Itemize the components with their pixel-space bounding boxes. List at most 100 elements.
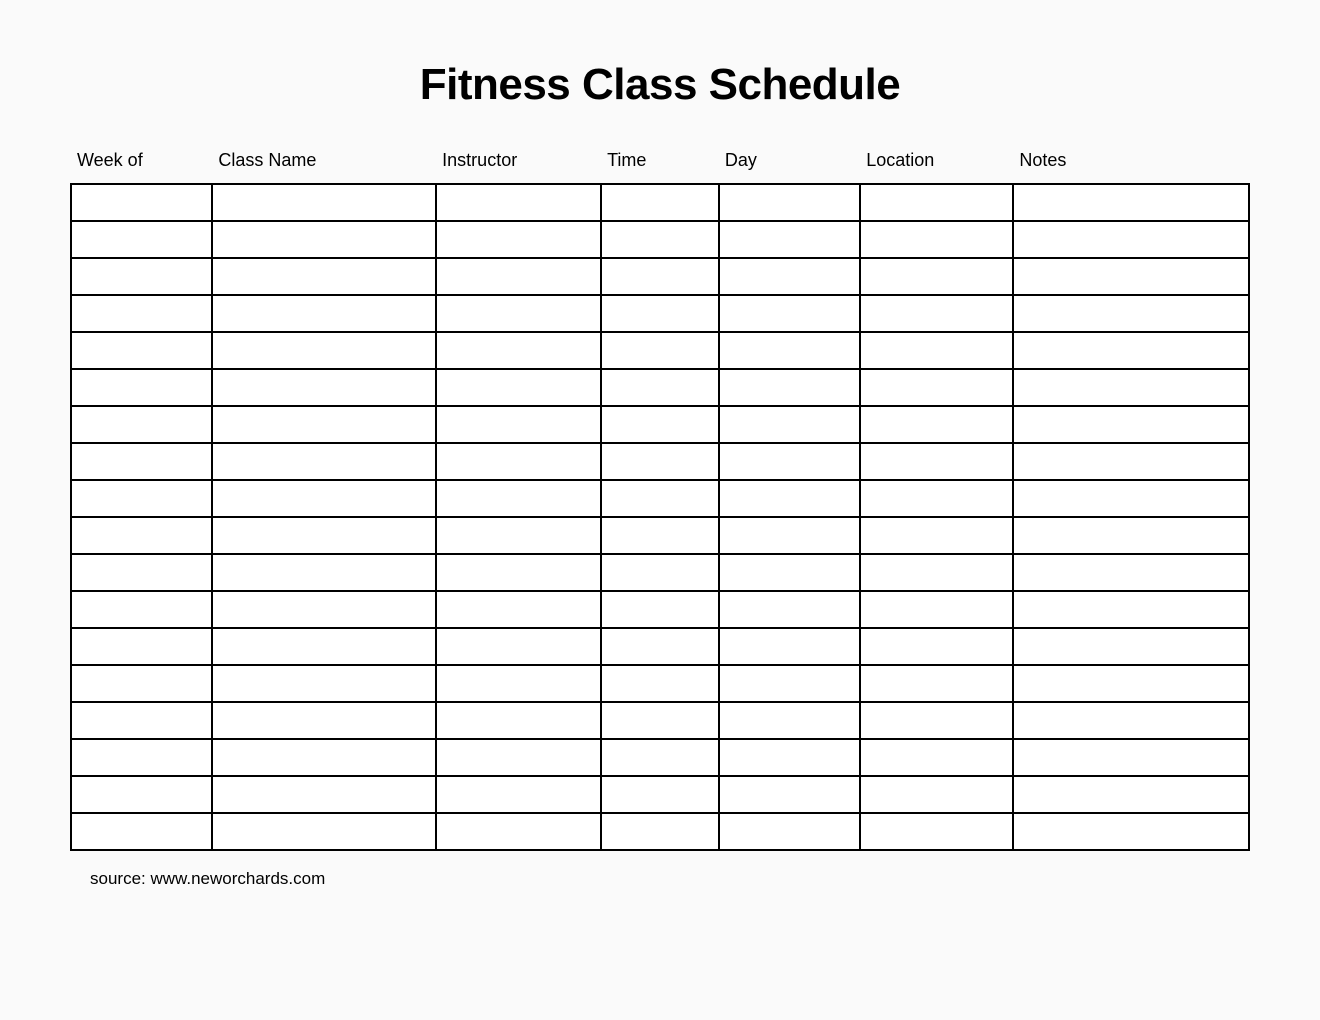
table-cell[interactable] [71,221,212,258]
table-cell[interactable] [601,591,719,628]
table-cell[interactable] [719,295,860,332]
table-cell[interactable] [436,554,601,591]
table-cell[interactable] [71,628,212,665]
table-cell[interactable] [212,554,436,591]
table-cell[interactable] [1013,480,1249,517]
table-cell[interactable] [212,369,436,406]
table-cell[interactable] [719,739,860,776]
table-cell[interactable] [436,739,601,776]
table-cell[interactable] [601,480,719,517]
table-cell[interactable] [719,554,860,591]
table-cell[interactable] [719,258,860,295]
table-cell[interactable] [860,480,1013,517]
table-cell[interactable] [71,332,212,369]
table-cell[interactable] [601,554,719,591]
table-cell[interactable] [601,628,719,665]
table-cell[interactable] [436,258,601,295]
table-cell[interactable] [71,776,212,813]
table-cell[interactable] [212,813,436,850]
table-cell[interactable] [860,369,1013,406]
table-cell[interactable] [212,591,436,628]
table-cell[interactable] [1013,739,1249,776]
table-cell[interactable] [436,517,601,554]
table-cell[interactable] [71,517,212,554]
table-cell[interactable] [1013,517,1249,554]
table-cell[interactable] [719,776,860,813]
table-cell[interactable] [860,628,1013,665]
table-cell[interactable] [601,739,719,776]
table-cell[interactable] [436,221,601,258]
table-cell[interactable] [860,554,1013,591]
table-cell[interactable] [71,369,212,406]
table-cell[interactable] [1013,591,1249,628]
table-cell[interactable] [436,628,601,665]
table-cell[interactable] [1013,295,1249,332]
table-cell[interactable] [719,628,860,665]
table-cell[interactable] [1013,554,1249,591]
table-cell[interactable] [601,184,719,221]
table-cell[interactable] [719,369,860,406]
table-cell[interactable] [212,776,436,813]
table-cell[interactable] [719,443,860,480]
table-cell[interactable] [212,406,436,443]
table-cell[interactable] [436,406,601,443]
table-cell[interactable] [601,258,719,295]
table-cell[interactable] [601,295,719,332]
table-cell[interactable] [719,406,860,443]
table-cell[interactable] [860,739,1013,776]
table-cell[interactable] [212,258,436,295]
table-cell[interactable] [436,665,601,702]
table-cell[interactable] [436,295,601,332]
table-cell[interactable] [601,702,719,739]
table-cell[interactable] [212,184,436,221]
table-cell[interactable] [71,739,212,776]
table-cell[interactable] [1013,221,1249,258]
table-cell[interactable] [436,776,601,813]
table-cell[interactable] [860,776,1013,813]
table-cell[interactable] [719,480,860,517]
table-cell[interactable] [71,443,212,480]
table-cell[interactable] [1013,258,1249,295]
table-cell[interactable] [71,665,212,702]
table-cell[interactable] [71,554,212,591]
table-cell[interactable] [1013,332,1249,369]
table-cell[interactable] [436,184,601,221]
table-cell[interactable] [1013,369,1249,406]
table-cell[interactable] [71,702,212,739]
table-cell[interactable] [212,628,436,665]
table-cell[interactable] [860,258,1013,295]
table-cell[interactable] [212,517,436,554]
table-cell[interactable] [601,406,719,443]
table-cell[interactable] [860,665,1013,702]
table-cell[interactable] [601,332,719,369]
table-cell[interactable] [719,221,860,258]
table-cell[interactable] [71,184,212,221]
table-cell[interactable] [436,332,601,369]
table-cell[interactable] [212,443,436,480]
table-cell[interactable] [436,591,601,628]
table-cell[interactable] [601,221,719,258]
table-cell[interactable] [1013,628,1249,665]
table-cell[interactable] [860,332,1013,369]
table-cell[interactable] [212,665,436,702]
table-cell[interactable] [436,813,601,850]
table-cell[interactable] [436,369,601,406]
table-cell[interactable] [601,517,719,554]
table-cell[interactable] [860,184,1013,221]
table-cell[interactable] [601,813,719,850]
table-cell[interactable] [601,776,719,813]
table-cell[interactable] [1013,776,1249,813]
table-cell[interactable] [719,591,860,628]
table-cell[interactable] [860,221,1013,258]
table-cell[interactable] [860,406,1013,443]
table-cell[interactable] [719,184,860,221]
table-cell[interactable] [601,369,719,406]
table-cell[interactable] [1013,702,1249,739]
table-cell[interactable] [719,517,860,554]
table-cell[interactable] [436,480,601,517]
table-cell[interactable] [719,332,860,369]
table-cell[interactable] [436,443,601,480]
table-cell[interactable] [1013,665,1249,702]
table-cell[interactable] [212,332,436,369]
table-cell[interactable] [860,813,1013,850]
